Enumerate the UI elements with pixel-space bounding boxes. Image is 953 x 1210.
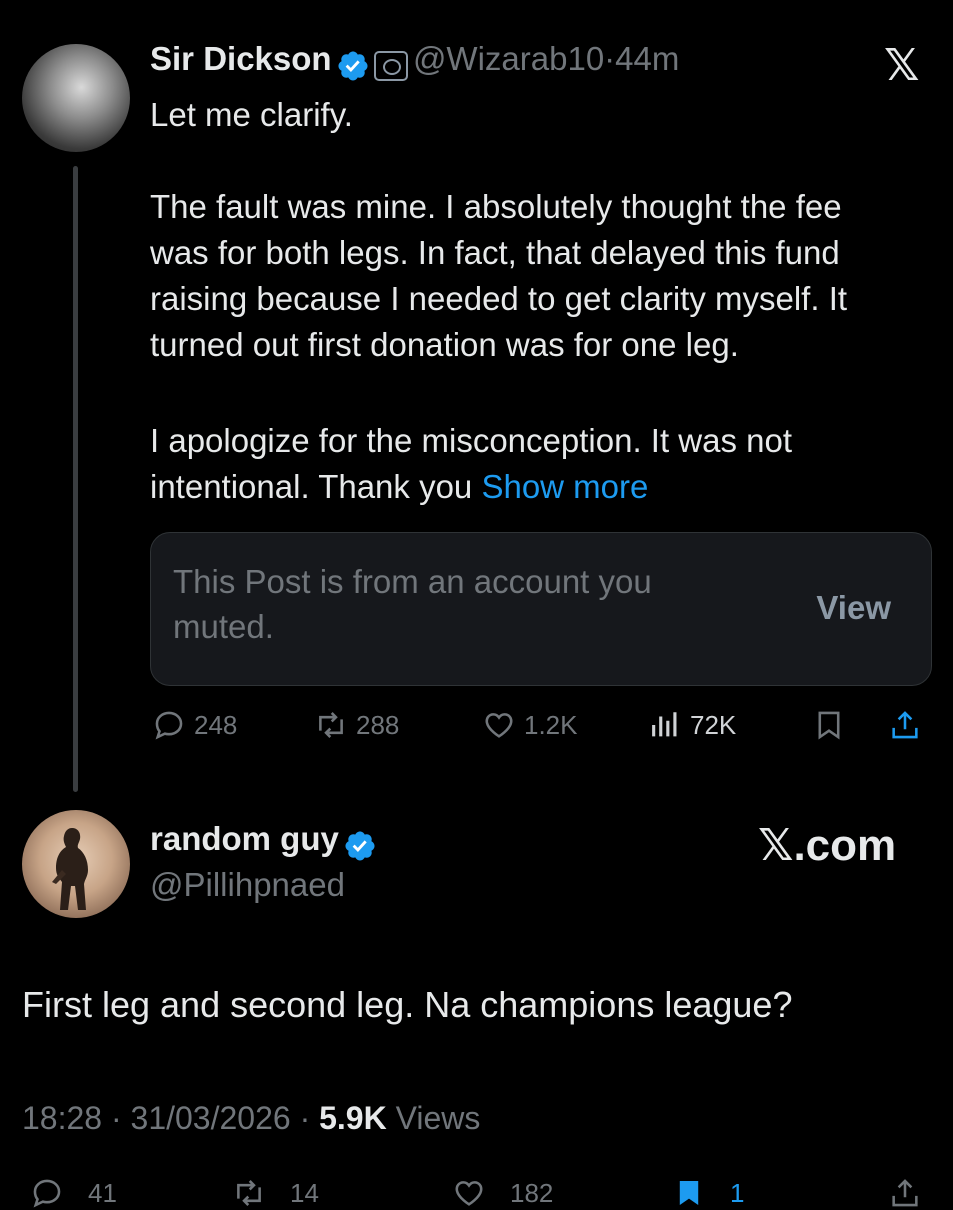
avatar-sir-dickson[interactable] bbox=[22, 44, 130, 152]
like-action[interactable]: 1.2K bbox=[482, 708, 578, 742]
tweet1-separator: · bbox=[604, 40, 616, 77]
automated-account-icon bbox=[374, 50, 409, 81]
avatar-random-guy[interactable] bbox=[22, 810, 130, 918]
reply-action[interactable]: 248 bbox=[152, 708, 237, 742]
repost-icon bbox=[319, 712, 343, 738]
heart-icon bbox=[485, 713, 513, 738]
muted-quote-card: This Post is from an account you muted. … bbox=[150, 532, 932, 686]
bookmark-icon bbox=[818, 711, 840, 740]
tweet1-line-7-wrap: intentional. Thank you Show more bbox=[150, 464, 648, 510]
x-logo-icon: 𝕏 bbox=[884, 41, 920, 90]
views-count: 72K bbox=[690, 709, 737, 740]
tweet2-text: First leg and second leg. Na champions l… bbox=[22, 984, 793, 1025]
thread-line bbox=[73, 166, 78, 792]
share-icon bbox=[892, 711, 918, 739]
tweet2-views-label: Views bbox=[395, 1100, 481, 1136]
tweet2-share-action[interactable] bbox=[888, 1176, 922, 1210]
like-count: 1.2K bbox=[524, 709, 578, 740]
tweet2-date[interactable]: 31/03/2026 bbox=[131, 1100, 291, 1136]
tweet1-line-2: The fault was mine. I absolutely thought… bbox=[150, 188, 842, 225]
analytics-icon bbox=[652, 712, 677, 737]
repost-icon bbox=[237, 1180, 261, 1206]
tweet2-bookmark-count: 1 bbox=[730, 1177, 745, 1208]
tweet1-line-4: raising because I needed to get clarity … bbox=[150, 280, 848, 317]
silhouette-figure bbox=[52, 828, 88, 910]
show-more-link[interactable]: Show more bbox=[481, 468, 648, 505]
tweet2-repost-action[interactable]: 14 bbox=[232, 1176, 319, 1210]
tweet1-line-1: Let me clarify. bbox=[150, 96, 353, 133]
tweet2-repost-count: 14 bbox=[290, 1177, 319, 1208]
tweet1-author-name[interactable]: Sir Dickson bbox=[150, 40, 332, 77]
tweet2-handle[interactable]: @Pillihpnaed bbox=[150, 866, 345, 904]
reply-count: 248 bbox=[194, 709, 238, 740]
tweet2-author-name[interactable]: random guy bbox=[150, 820, 339, 857]
tweet1-handle[interactable]: @Wizarab10 bbox=[413, 40, 604, 77]
verified-badge-icon bbox=[336, 49, 370, 83]
verified-badge-icon bbox=[343, 829, 377, 863]
tweet2-reply-action[interactable]: 41 bbox=[30, 1176, 117, 1210]
tweet1-time[interactable]: 44m bbox=[615, 40, 679, 77]
view-button[interactable]: View bbox=[816, 589, 891, 627]
heart-icon bbox=[455, 1181, 483, 1206]
reply-icon bbox=[155, 711, 183, 740]
x-com-watermark: 𝕏.com bbox=[758, 821, 897, 870]
tweet2-like-action[interactable]: 182 bbox=[452, 1176, 553, 1210]
tweet1-line-7: intentional. Thank you bbox=[150, 468, 473, 505]
tweet1-line-6: I apologize for the misconception. It wa… bbox=[150, 422, 793, 459]
muted-notice-text: This Post is from an account you muted. bbox=[173, 563, 652, 645]
share-action[interactable] bbox=[888, 708, 922, 742]
tweet2-like-count: 182 bbox=[510, 1177, 554, 1208]
repost-action[interactable]: 288 bbox=[314, 708, 399, 742]
tweet2-name-row: random guy bbox=[150, 820, 377, 863]
tweet1-line-5: turned out first donation was for one le… bbox=[150, 326, 739, 363]
repost-count: 288 bbox=[356, 709, 400, 740]
bookmark-filled-icon bbox=[679, 1180, 699, 1206]
tweet2-reply-count: 41 bbox=[88, 1177, 117, 1208]
tweet2-bookmark-action[interactable]: 1 bbox=[672, 1176, 744, 1210]
views-action[interactable]: 72K bbox=[648, 708, 736, 742]
tweet1-line-3: was for both legs. In fact, that delayed… bbox=[150, 234, 840, 271]
bookmark-action[interactable] bbox=[812, 708, 846, 742]
reply-icon bbox=[33, 1179, 61, 1208]
tweet2-meta: 18:28 · 31/03/2026 · 5.9K Views bbox=[22, 1100, 481, 1136]
tweet2-time[interactable]: 18:28 bbox=[22, 1100, 102, 1136]
tweet1-header: Sir Dickson @Wizarab10·44m bbox=[150, 40, 679, 83]
tweet2-views-count: 5.9K bbox=[319, 1100, 387, 1136]
share-icon bbox=[892, 1179, 918, 1207]
